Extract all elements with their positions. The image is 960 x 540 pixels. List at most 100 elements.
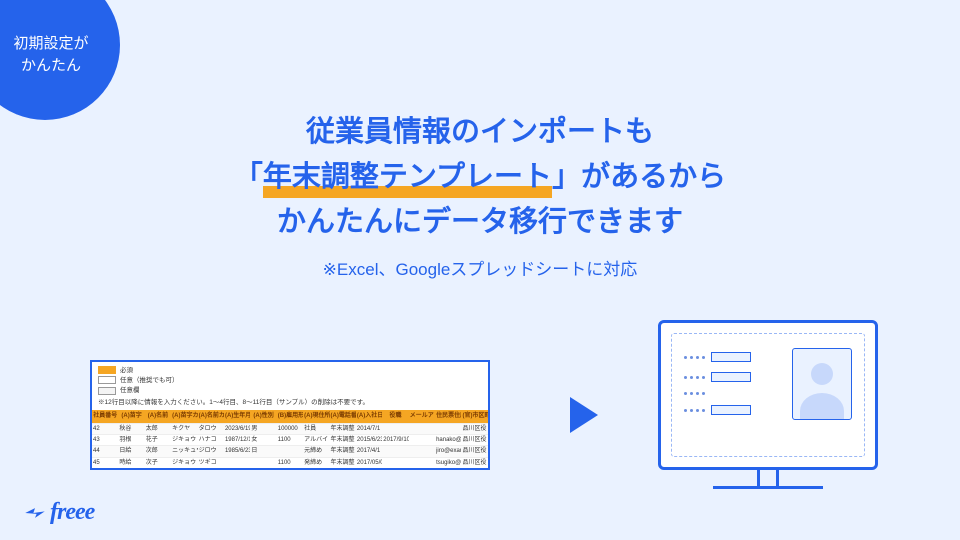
table-cell: 品川区役 (461, 423, 488, 434)
table-cell: ジキョウ (171, 457, 197, 468)
table-header-cell: (A)名前カナ (198, 410, 224, 423)
table-cell: 42 (92, 423, 118, 434)
table-header-cell: (A)苗字 (118, 410, 144, 423)
dots-icon (684, 392, 705, 395)
form-field (711, 352, 751, 362)
table-cell: 品川区役 (461, 457, 488, 468)
dots-icon (684, 376, 705, 379)
table-header-cell: (A)苗字カナ (171, 410, 197, 423)
table-row: 44日給次郎ニッキュウジロウ1985/6/23日元締め年末調整2017/4/1j… (92, 446, 488, 457)
table-cell: ハナコ (198, 434, 224, 445)
table-cell: 43 (92, 434, 118, 445)
spreadsheet-preview: 必須 任意（推奨でも可） 任意欄 ※12行目以降に情報を入力ください。1〜4行目… (90, 360, 490, 470)
monitor-illustration (648, 320, 888, 510)
sheet-note: ※12行目以降に情報を入力ください。1〜4行目、8〜11行目（サンプル）の削除は… (92, 398, 488, 410)
table-cell: hanako@ce 345-0001 (435, 434, 461, 445)
form-row (684, 372, 778, 382)
table-cell (409, 446, 435, 457)
table-header-cell: (A)現住所 (303, 410, 329, 423)
table-cell: アルバイト (303, 434, 329, 445)
content-row: 必須 任意（推奨でも可） 任意欄 ※12行目以降に情報を入力ください。1〜4行目… (90, 320, 900, 510)
headline-line3: かんたんにデータ移行できます (277, 200, 683, 245)
monitor-base (713, 486, 823, 489)
table-cell: 日給 (118, 446, 144, 457)
table-cell: 羽根 (118, 434, 144, 445)
table-row: 45時給次子ジキョウツギコ 1100発締め年末調整2017/05/04 tsugik… (92, 457, 488, 468)
table-cell: 発締め (303, 457, 329, 468)
table-cell: 1100 (277, 434, 303, 445)
table-cell: 時給 (118, 457, 144, 468)
table-cell (409, 423, 435, 434)
spreadsheet-table: 社員番号(A)苗字(A)名前(A)苗字カナ(A)名前カナ(A)生年月日(A)性別… (92, 410, 488, 468)
monitor-screen (671, 333, 865, 457)
table-cell: 1985/6/23 (224, 446, 250, 457)
table-cell: 太郎 (145, 423, 171, 434)
table-cell: 社員 (303, 423, 329, 434)
table-header-cell: (A)入社日 (356, 410, 382, 423)
table-cell (409, 434, 435, 445)
table-cell: 2014/7/1 (356, 423, 382, 434)
form-row (684, 405, 778, 415)
table-cell (382, 423, 408, 434)
avatar-head-icon (811, 363, 833, 385)
badge-line1: 初期設定が (13, 33, 88, 56)
swatch-optional (98, 387, 116, 395)
form-field (711, 405, 751, 415)
brand-logo: freee (22, 499, 94, 526)
table-header-cell: (B)雇用形態 (277, 410, 303, 423)
table-row: 42秋谷太郎キクヤタロウ2023/6/19男100000社員年末調整2014/7… (92, 423, 488, 434)
table-cell: ニッキュウ (171, 446, 197, 457)
table-cell: 2017/4/1 (356, 446, 382, 457)
table-cell (382, 446, 408, 457)
table-header-cell: (A)生年月日 (224, 410, 250, 423)
form-row (684, 352, 778, 362)
table-cell: 年末調整 (330, 457, 356, 468)
table-header-cell: (A)電話番号 (330, 410, 356, 423)
monitor-frame (658, 320, 878, 470)
table-cell (435, 423, 461, 434)
table-cell: 秋谷 (118, 423, 144, 434)
bird-icon (22, 500, 48, 526)
table-cell: 1987/12/1 (224, 434, 250, 445)
table-row: 43羽根花子ジキョウハナコ1987/12/1女1100アルバイト年末調整2015… (92, 434, 488, 445)
table-cell: 2017/05/04 (356, 457, 382, 468)
brand-name: freee (50, 499, 94, 526)
headline: 従業員情報のインポートも 「年末調整テンプレート」があるから かんたんにデータ移… (0, 110, 960, 280)
table-cell: 男 (250, 423, 276, 434)
dots-icon (684, 356, 705, 359)
table-cell (382, 457, 408, 468)
table-cell: 次子 (145, 457, 171, 468)
legend: 必須 任意（推奨でも可） 任意欄 (92, 362, 488, 398)
badge: 初期設定が かんたん (0, 0, 120, 120)
form-column (684, 348, 778, 415)
table-cell: 2015/6/23 (356, 434, 382, 445)
table-cell: 女 (250, 434, 276, 445)
table-cell: タロウ (198, 423, 224, 434)
table-header-cell: (官)市区町村コード (461, 410, 488, 423)
table-cell: jiro@exam 345-0001 (435, 446, 461, 457)
table-header-row: 社員番号(A)苗字(A)名前(A)苗字カナ(A)名前カナ(A)生年月日(A)性別… (92, 410, 488, 423)
table-cell: 日 (250, 446, 276, 457)
table-header-cell: メールアドレス (409, 410, 435, 423)
table-cell: ツギコ (198, 457, 224, 468)
form-field (711, 372, 751, 382)
swatch-required (98, 366, 116, 374)
table-header-cell: 社員番号 (92, 410, 118, 423)
table-cell: 年末調整 (330, 423, 356, 434)
table-cell: 品川区役 (461, 446, 488, 457)
table-cell (277, 446, 303, 457)
table-cell: tsugiko@e 345-0001 (435, 457, 461, 468)
table-cell: 2017/9/10 (382, 434, 408, 445)
table-header-cell: (A)性別 (250, 410, 276, 423)
avatar-body-icon (800, 393, 844, 420)
table-cell: 100000 (277, 423, 303, 434)
form-row (684, 392, 778, 395)
table-cell: 45 (92, 457, 118, 468)
table-cell: 元締め (303, 446, 329, 457)
table-cell: 1100 (277, 457, 303, 468)
dots-icon (684, 409, 705, 412)
table-cell (409, 457, 435, 468)
headline-line1: 従業員情報のインポートも (306, 110, 654, 155)
table-cell: ジキョウ (171, 434, 197, 445)
table-cell: 花子 (145, 434, 171, 445)
